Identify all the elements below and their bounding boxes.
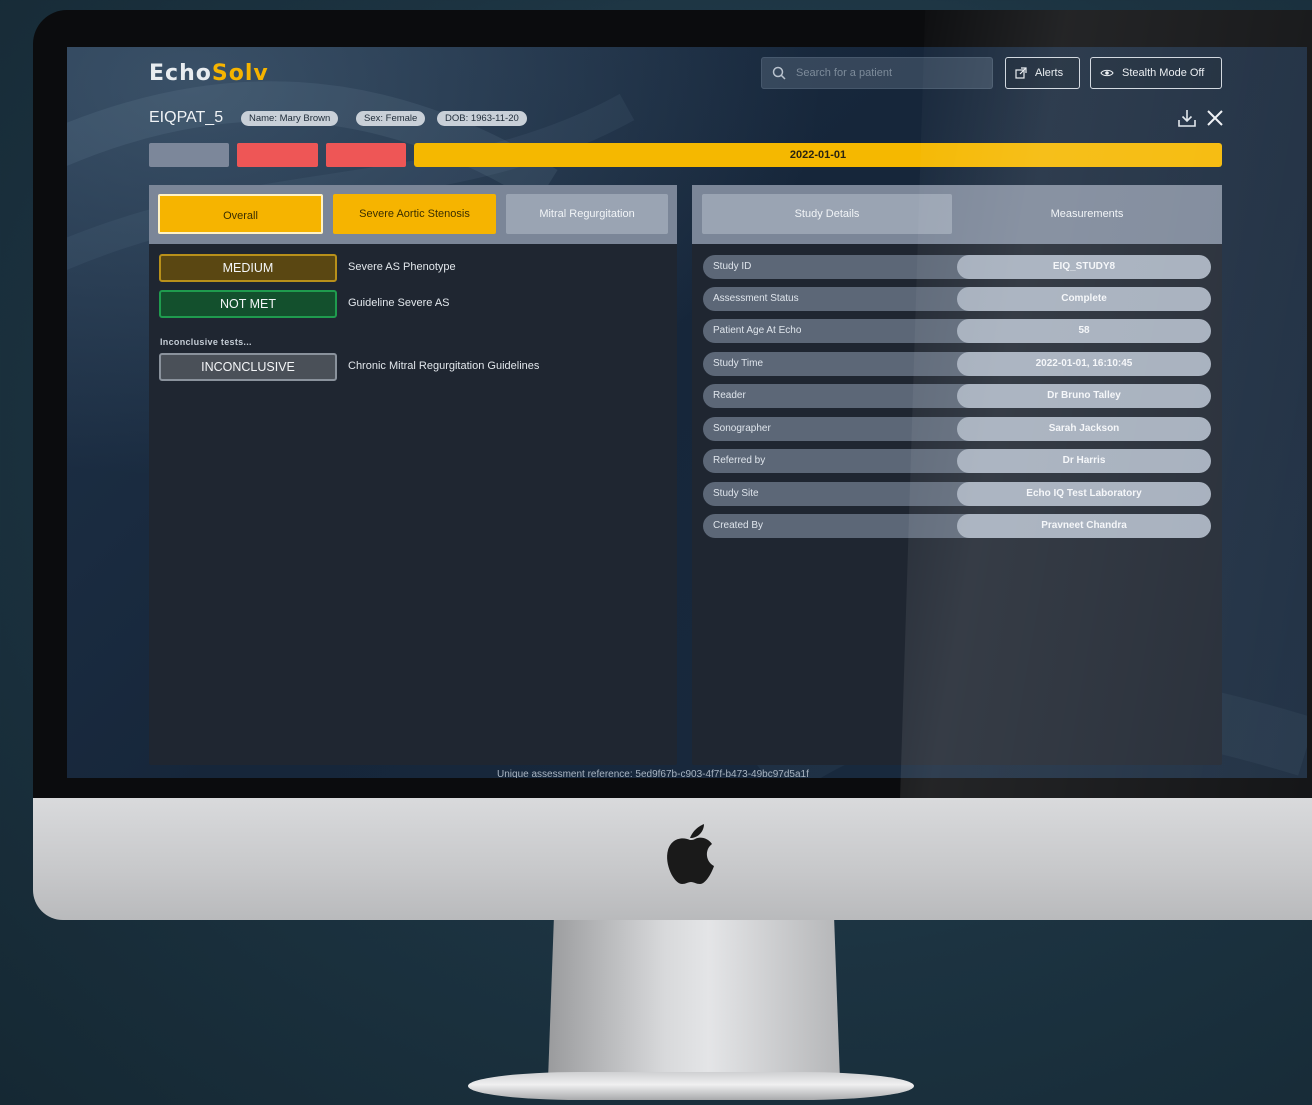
timeline-study-selected[interactable]: 2022-01-01: [414, 143, 1222, 167]
tab-measurements[interactable]: Measurements: [962, 194, 1212, 234]
alerts-button[interactable]: Alerts: [1005, 57, 1080, 89]
stealth-mode-label: Stealth Mode Off: [1122, 67, 1205, 79]
patient-search[interactable]: [761, 57, 993, 89]
status-badge: INCONCLUSIVE: [159, 353, 337, 381]
detail-value: EIQ_STUDY8: [957, 255, 1211, 279]
app-screen: EchoSolv Alerts Stealth Mode Off EIQPAT_…: [67, 47, 1307, 778]
detail-row-created-by: Created By Pravneet Chandra: [703, 514, 1211, 538]
detail-value: Complete: [957, 287, 1211, 311]
monitor-base: [468, 1072, 914, 1100]
study-tabbar: Study Details Measurements: [692, 185, 1222, 244]
patient-id: EIQPAT_5: [149, 109, 224, 126]
apple-logo: [667, 824, 714, 884]
detail-row-study-id: Study ID EIQ_STUDY8: [703, 255, 1211, 279]
detail-value: Dr Harris: [957, 449, 1211, 473]
detail-value: 2022-01-01, 16:10:45: [957, 352, 1211, 376]
eye-icon: [1100, 69, 1114, 77]
detail-value: Dr Bruno Talley: [957, 384, 1211, 408]
timeline-study-alert-1[interactable]: [237, 143, 318, 167]
patient-dob-chip: DOB: 1963-11-20: [437, 111, 527, 126]
search-icon: [772, 66, 786, 80]
detail-value: Sarah Jackson: [957, 417, 1211, 441]
timeline-study-alert-2[interactable]: [326, 143, 406, 167]
detail-row-study-time: Study Time 2022-01-01, 16:10:45: [703, 352, 1211, 376]
search-input[interactable]: [794, 66, 978, 80]
detail-row-assessment-status: Assessment Status Complete: [703, 287, 1211, 311]
result-label: Chronic Mitral Regurgitation Guidelines: [348, 360, 540, 372]
result-label: Guideline Severe AS: [348, 297, 450, 309]
logo-accent: Solv: [211, 61, 269, 86]
detail-row-referred-by: Referred by Dr Harris: [703, 449, 1211, 473]
tab-study-details[interactable]: Study Details: [702, 194, 952, 234]
timeline-study-neutral[interactable]: [149, 143, 229, 167]
detail-row-study-site: Study Site Echo IQ Test Laboratory: [703, 482, 1211, 506]
result-label: Severe AS Phenotype: [348, 261, 456, 273]
tab-mitral-regurgitation[interactable]: Mitral Regurgitation: [506, 194, 668, 234]
inconclusive-heading: Inconclusive tests...: [160, 337, 252, 347]
close-icon[interactable]: [1204, 107, 1226, 129]
external-link-icon: [1015, 67, 1027, 79]
assessment-tabbar: Overall Severe Aortic Stenosis Mitral Re…: [149, 185, 677, 244]
detail-value: Echo IQ Test Laboratory: [957, 482, 1211, 506]
patient-name-chip: Name: Mary Brown: [241, 111, 339, 126]
assessment-panel: Overall Severe Aortic Stenosis Mitral Re…: [149, 185, 677, 765]
detail-row-patient-age: Patient Age At Echo 58: [703, 319, 1211, 343]
app-logo: EchoSolv: [149, 61, 269, 86]
download-icon[interactable]: [1176, 107, 1198, 129]
study-panel: Study Details Measurements Study ID EIQ_…: [692, 185, 1222, 765]
detail-value: Pravneet Chandra: [957, 514, 1211, 538]
detail-row-reader: Reader Dr Bruno Talley: [703, 384, 1211, 408]
detail-value: 58: [957, 319, 1211, 343]
status-badge: NOT MET: [159, 290, 337, 318]
monitor-stand: [548, 920, 840, 1080]
assessment-reference: Unique assessment reference: 5ed9f67b-c9…: [497, 769, 809, 778]
stealth-mode-button[interactable]: Stealth Mode Off: [1090, 57, 1222, 89]
patient-sex-chip: Sex: Female: [356, 111, 426, 126]
tab-overall[interactable]: Overall: [158, 194, 323, 234]
logo-main: Echo: [149, 61, 212, 86]
alerts-label: Alerts: [1035, 67, 1064, 79]
tab-severe-aortic-stenosis[interactable]: Severe Aortic Stenosis: [333, 194, 496, 234]
status-badge: MEDIUM: [159, 254, 337, 282]
detail-row-sonographer: Sonographer Sarah Jackson: [703, 417, 1211, 441]
